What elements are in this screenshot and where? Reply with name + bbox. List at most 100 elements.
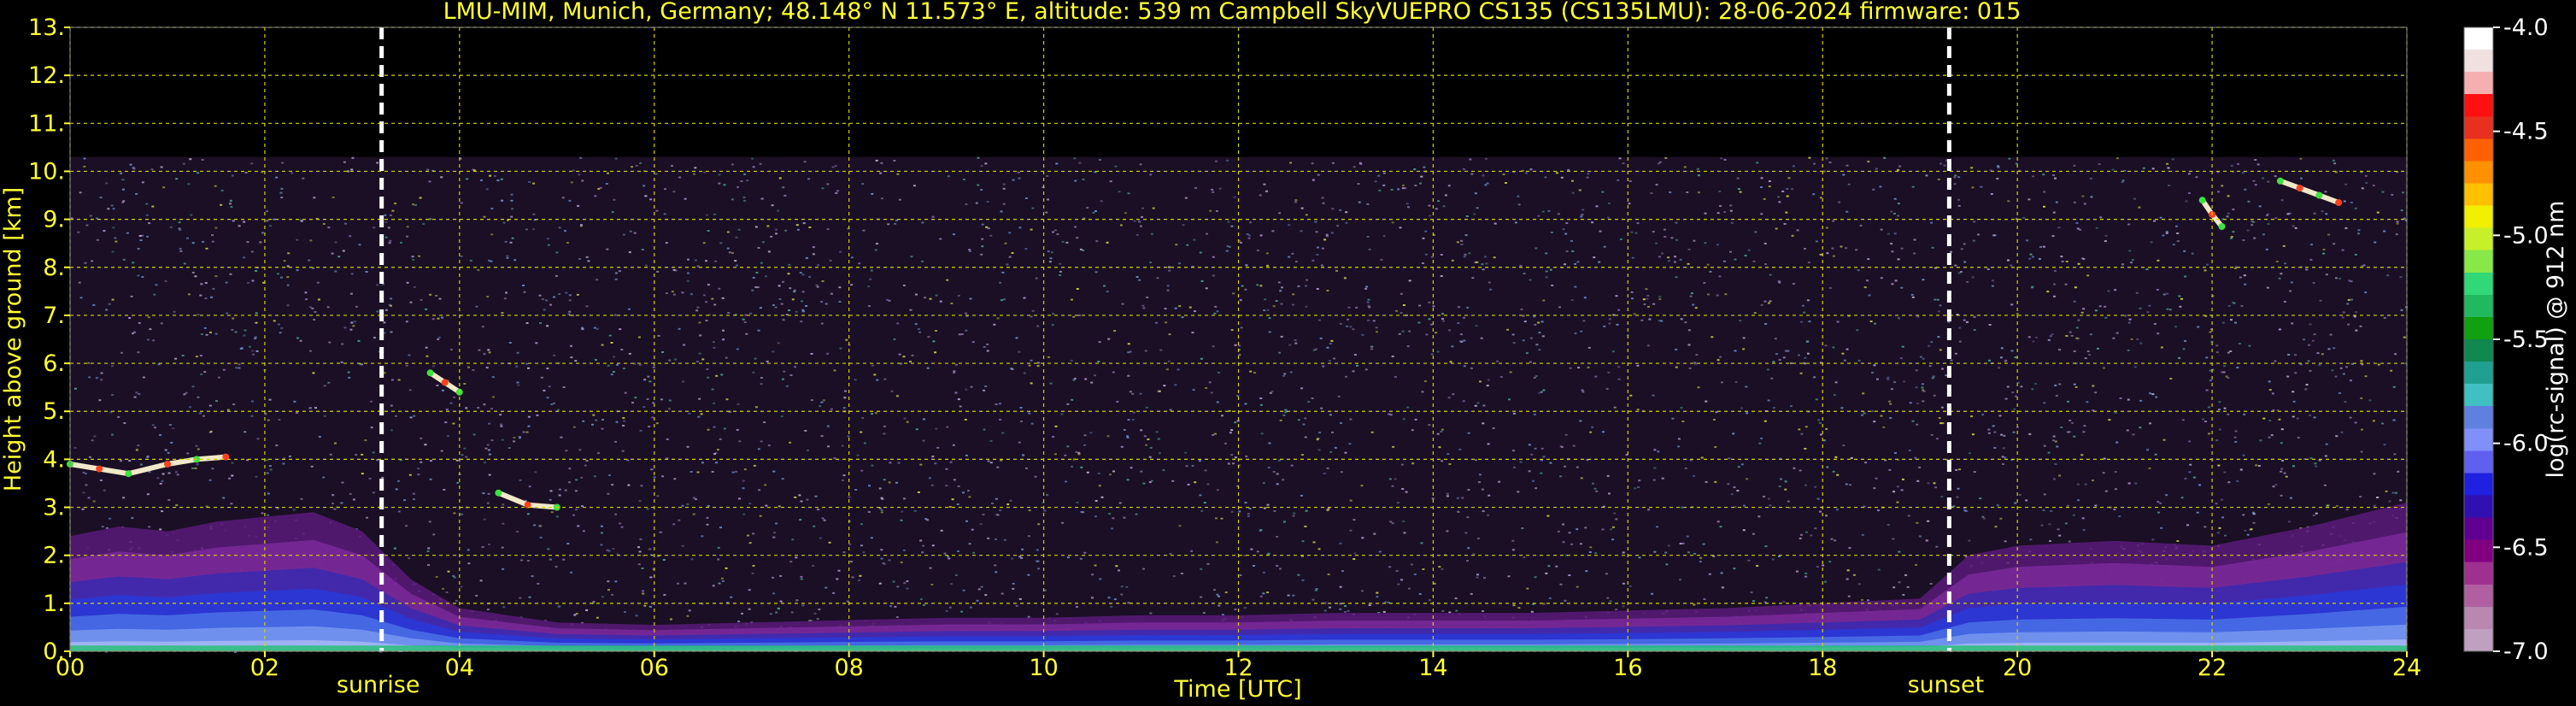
noise-speck — [555, 274, 558, 277]
noise-speck — [1370, 431, 1374, 433]
noise-speck — [2345, 366, 2348, 368]
noise-speck — [87, 362, 91, 364]
noise-speck — [1549, 462, 1552, 464]
noise-speck — [1752, 260, 1756, 262]
noise-speck — [982, 514, 985, 515]
noise-speck — [1036, 362, 1040, 364]
noise-speck — [1511, 333, 1515, 336]
noise-speck — [293, 400, 296, 403]
noise-speck — [1155, 431, 1159, 433]
noise-speck — [1323, 609, 1327, 612]
noise-speck — [1339, 322, 1342, 325]
noise-speck — [486, 444, 490, 446]
noise-speck — [1149, 612, 1153, 615]
noise-speck — [2216, 532, 2220, 534]
noise-speck — [2347, 323, 2350, 326]
noise-speck — [2064, 283, 2068, 285]
noise-speck — [1716, 294, 1719, 297]
noise-speck — [999, 281, 1002, 284]
noise-speck — [1846, 569, 1850, 572]
noise-speck — [2090, 196, 2093, 198]
noise-speck — [608, 334, 612, 337]
noise-speck — [1243, 607, 1247, 609]
noise-speck — [96, 238, 99, 241]
noise-speck — [1996, 504, 1999, 507]
noise-speck — [742, 513, 746, 515]
noise-speck — [1825, 227, 1828, 229]
noise-speck — [791, 298, 795, 301]
noise-speck — [1262, 482, 1265, 485]
noise-speck — [527, 425, 531, 427]
noise-speck — [2094, 309, 2098, 312]
noise-speck — [2250, 224, 2254, 227]
noise-speck — [1517, 491, 1520, 493]
noise-speck — [2102, 472, 2105, 474]
noise-speck — [1911, 185, 1915, 188]
noise-speck — [2359, 325, 2362, 327]
noise-speck — [965, 203, 968, 205]
noise-speck — [898, 198, 901, 201]
noise-speck — [686, 279, 689, 282]
noise-speck — [1488, 281, 1491, 284]
noise-speck — [1719, 356, 1722, 358]
noise-speck — [441, 389, 444, 391]
noise-speck — [159, 528, 162, 531]
noise-speck — [622, 368, 625, 370]
noise-speck — [1365, 285, 1369, 288]
x-tick-label: 22 — [2198, 655, 2227, 681]
noise-speck — [1724, 293, 1728, 296]
noise-speck — [186, 452, 190, 455]
noise-speck — [122, 258, 126, 261]
noise-speck — [502, 522, 505, 525]
noise-speck — [2073, 383, 2076, 385]
noise-speck — [1018, 350, 1021, 353]
noise-speck — [2275, 261, 2279, 262]
noise-speck — [150, 168, 154, 171]
noise-speck — [1737, 188, 1740, 190]
noise-speck — [628, 352, 631, 355]
noise-speck — [903, 417, 907, 420]
noise-speck — [513, 437, 516, 438]
noise-speck — [1322, 202, 1325, 204]
noise-speck — [1349, 326, 1353, 328]
noise-speck — [644, 264, 648, 267]
noise-speck — [444, 421, 448, 424]
noise-speck — [109, 517, 112, 520]
noise-speck — [376, 284, 379, 286]
noise-speck — [1279, 419, 1282, 421]
noise-speck — [2342, 373, 2345, 375]
noise-speck — [2139, 342, 2143, 344]
noise-speck — [1015, 605, 1018, 607]
noise-speck — [726, 247, 730, 250]
noise-speck — [1763, 496, 1765, 498]
noise-speck — [132, 168, 136, 170]
noise-speck — [1637, 486, 1640, 489]
noise-speck — [816, 618, 819, 621]
noise-speck — [1459, 340, 1463, 343]
noise-speck — [1482, 268, 1485, 271]
noise-speck — [894, 222, 897, 225]
noise-speck — [2175, 225, 2178, 227]
noise-speck — [684, 582, 687, 585]
noise-speck — [1784, 488, 1787, 491]
noise-speck — [2343, 200, 2346, 203]
noise-speck — [1577, 367, 1581, 369]
noise-speck — [2230, 319, 2233, 321]
noise-speck — [1169, 409, 1172, 411]
noise-speck — [1528, 444, 1531, 446]
noise-speck — [639, 162, 643, 164]
noise-speck — [1787, 177, 1791, 179]
noise-speck — [1529, 337, 1533, 339]
noise-speck — [355, 454, 358, 456]
noise-speck — [280, 197, 284, 199]
noise-speck — [1367, 319, 1370, 321]
noise-speck — [539, 536, 543, 538]
noise-speck — [1495, 360, 1499, 362]
noise-speck — [269, 225, 272, 227]
noise-speck — [805, 305, 808, 307]
noise-speck — [663, 594, 666, 596]
noise-speck — [1558, 306, 1561, 309]
noise-speck — [428, 521, 431, 523]
noise-speck — [1447, 185, 1451, 187]
noise-speck — [547, 548, 550, 550]
